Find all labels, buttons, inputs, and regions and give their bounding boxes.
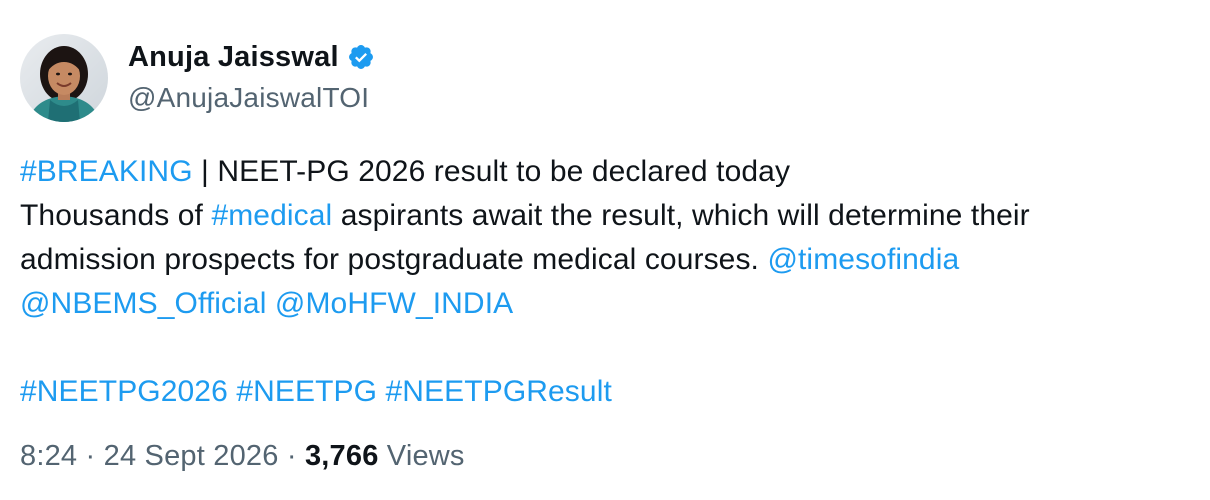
tweet-text-segment: | NEET-PG 2026 result to be declared tod… [192, 155, 791, 188]
views-count: 3,766 [304, 440, 379, 472]
hashtag-link[interactable]: #BREAKING [20, 155, 193, 188]
hashtag-link[interactable]: #medical [211, 199, 332, 232]
mention-link[interactable]: @NBEMS_Official [20, 287, 266, 320]
mention-link[interactable]: @timesofindia [767, 243, 959, 276]
author-info: Anuja Jaisswal @AnujaJaiswalTOI [128, 38, 375, 114]
hashtag-link[interactable]: #NEETPG [236, 375, 377, 408]
tweet-text-segment: aspirants await the result, which will d… [332, 199, 1030, 232]
tweet-meta: 8:24 · 24 Sept 2026 · 3,766 Views [20, 440, 465, 473]
tweet-line-1: #BREAKING | NEET-PG 2026 result to be de… [20, 150, 1200, 194]
verified-badge-icon[interactable] [347, 43, 375, 71]
tweet-time[interactable]: 8:24 [20, 440, 77, 472]
mention-link[interactable]: @MoHFW_INDIA [275, 287, 513, 320]
tweet-hashtags: #NEETPG2026 #NEETPG #NEETPGResult [20, 370, 1200, 414]
hashtag-link[interactable]: #NEETPGResult [386, 375, 612, 408]
profile-photo [20, 34, 108, 122]
meta-separator: · [77, 440, 104, 472]
display-name[interactable]: Anuja Jaisswal [128, 41, 339, 74]
hashtag-link[interactable]: #NEETPG2026 [20, 375, 228, 408]
tweet-text-segment: admission prospects for postgraduate med… [20, 243, 768, 276]
avatar[interactable] [20, 34, 108, 122]
tweet-line-3: admission prospects for postgraduate med… [20, 238, 1200, 282]
tweet-text: #BREAKING | NEET-PG 2026 result to be de… [20, 150, 1200, 414]
meta-separator: · [278, 440, 305, 472]
tweet-text-segment: Thousands of [20, 199, 212, 232]
tweet-line-4: @NBEMS_Official @MoHFW_INDIA [20, 282, 1200, 326]
user-handle[interactable]: @AnujaJaiswalTOI [128, 82, 375, 114]
name-row: Anuja Jaisswal [128, 38, 375, 76]
tweet-line-2: Thousands of #medical aspirants await th… [20, 194, 1200, 238]
views-label: Views [386, 440, 465, 472]
tweet-card: Anuja Jaisswal @AnujaJaiswalTOI #BREAKIN… [0, 0, 1210, 500]
tweet-date[interactable]: 24 Sept 2026 [104, 440, 279, 472]
